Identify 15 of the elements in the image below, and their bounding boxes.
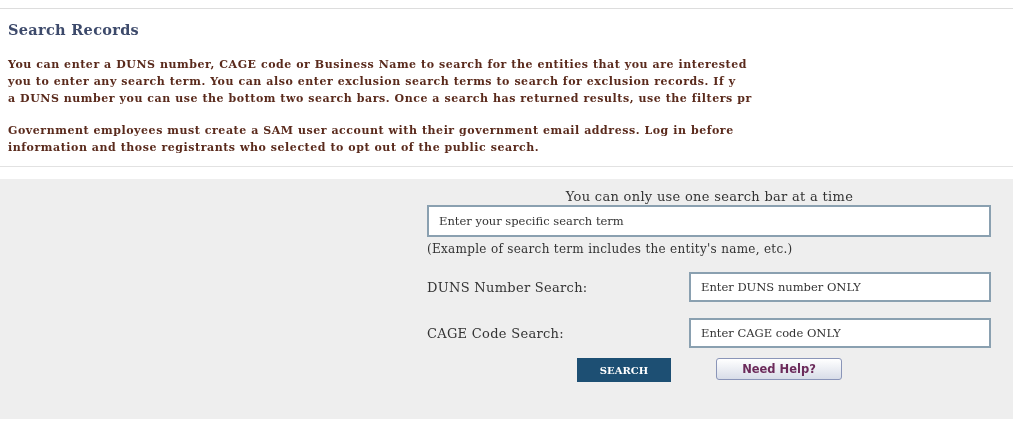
description-line: Government employees must create a SAM user account with their government email address. Log in before (8, 123, 735, 139)
description-line: you to enter any search term. You can also enter exclusion search terms to search for exclusion records. If y (8, 74, 737, 90)
search-field[interactable]: Enter DUNS number ONLY (689, 272, 991, 302)
notice-text: You can only use one search bar at a time (564, 189, 855, 205)
search-term-field[interactable]: Enter your specific search term (427, 205, 991, 237)
search-button[interactable]: SEARCH (577, 358, 671, 382)
field-label: CAGE Code Search: (427, 325, 565, 341)
help-button[interactable]: Need Help? (716, 358, 842, 380)
section-title: Search Records (8, 21, 141, 38)
example-text: (Example of search term includes the entity's name, etc.) (427, 242, 794, 256)
description-line: You can enter a DUNS number, CAGE code or Business Name to search for the entities that you are interested (8, 57, 748, 73)
description-line: a DUNS number you can use the bottom two search bars. Once a search has returned results, use the filters pr (8, 91, 753, 107)
description-line: information and those registrants who selected to opt out of the public search. (8, 140, 541, 156)
search-field[interactable]: Enter CAGE code ONLY (689, 318, 991, 348)
field-label: DUNS Number Search: (427, 279, 589, 295)
